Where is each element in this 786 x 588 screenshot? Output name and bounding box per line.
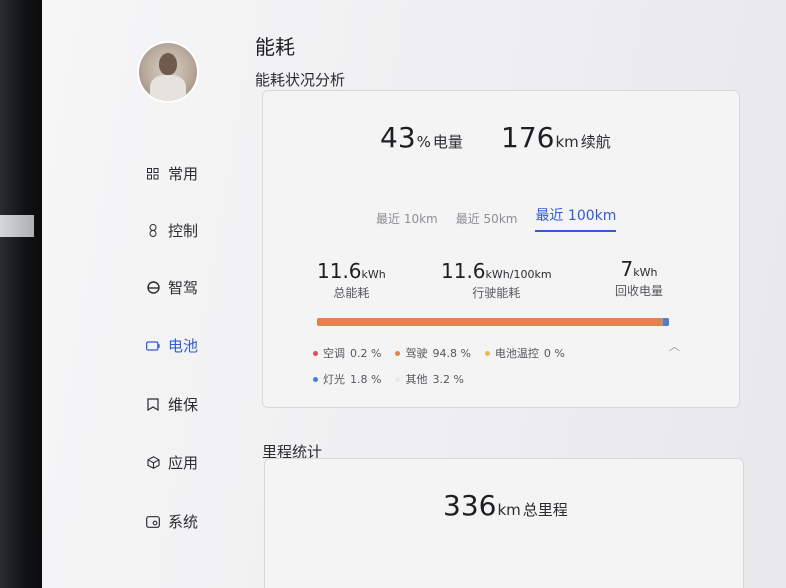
sidebar-item-label: 智驾: [168, 279, 199, 297]
mileage-card: 336km 总里程: [264, 458, 744, 588]
range-unit: km: [555, 133, 579, 151]
steering-wheel-icon: [146, 281, 160, 295]
range-label: 续航: [580, 133, 611, 151]
stat-caption: 行驶能耗: [472, 286, 521, 300]
legend-item-battery-thermal: 电池温控 0 %: [484, 345, 565, 361]
stat-value: 11.6: [441, 259, 486, 283]
sidebar-item-apps[interactable]: 应用: [146, 452, 198, 473]
stat-regenerated-energy: 7kWh 回收电量: [615, 257, 663, 299]
section-title-energy-analysis: 能耗状况分析: [255, 71, 346, 89]
stat-value: 11.6: [317, 259, 362, 283]
battery-unit: %: [416, 133, 431, 151]
stat-unit: kWh/100km: [485, 268, 552, 281]
stat-unit: kWh: [361, 268, 386, 281]
sidebar-item-maintenance[interactable]: 维保: [146, 394, 198, 415]
tab-100km[interactable]: 最近 100km: [535, 205, 617, 232]
range-value: 176: [501, 121, 555, 154]
legend-item-ac: 空调 0.2 %: [313, 345, 381, 361]
battery-icon: [146, 339, 160, 353]
stat-unit: kWh: [633, 266, 658, 279]
battery-level: 43% 电量: [380, 121, 463, 154]
sidebar-item-label: 控制: [168, 222, 199, 240]
sidebar-item-common[interactable]: 常用: [146, 163, 198, 184]
sidebar-item-label: 维保: [168, 396, 199, 414]
grid-icon: [146, 167, 160, 181]
mileage-value: 336: [443, 489, 497, 522]
screen-bezel: [0, 0, 42, 588]
stat-caption: 总能耗: [333, 286, 370, 300]
stat-caption: 回收电量: [615, 284, 664, 298]
apps-icon: [146, 456, 160, 470]
legend-item-lights: 灯光 1.8 %: [313, 371, 381, 387]
stat-total-energy: 11.6kWh 总能耗: [317, 259, 386, 301]
dot-icon: [313, 350, 318, 356]
energy-analysis-card: 43% 电量 176km 续航 最近 10km 最近 50km 最近 100km 1…: [262, 90, 740, 408]
tab-50km[interactable]: 最近 50km: [456, 210, 518, 232]
control-icon: [146, 224, 160, 238]
mileage-unit: km: [497, 501, 521, 519]
bar-segment-lights: [663, 318, 669, 326]
stat-value: 7: [620, 257, 634, 281]
battery-value: 43: [380, 121, 416, 154]
legend-item-driving: 驾驶 94.8 %: [395, 345, 471, 361]
sidebar-item-label: 常用: [168, 165, 199, 183]
battery-label: 电量: [432, 133, 463, 151]
sidebar-item-label: 应用: [168, 454, 199, 472]
dot-icon: [313, 376, 318, 382]
chevron-up-icon[interactable]: ︿: [669, 338, 680, 354]
sidebar-item-control[interactable]: 控制: [146, 220, 198, 241]
stat-driving-energy: 11.6kWh/100km 行驶能耗: [441, 259, 552, 301]
legend-row-2: 灯光 1.8 % 其他 3.2 %: [313, 371, 464, 387]
tab-10km[interactable]: 最近 10km: [376, 210, 438, 232]
dot-icon: [395, 350, 401, 356]
range: 176km 续航: [501, 121, 611, 154]
distance-tabs: 最近 10km 最近 50km 最近 100km: [376, 205, 617, 232]
screen: 常用 控制 智驾 电池 维保 应用 系统 能耗 能耗状况分析 43% 电量 17…: [42, 0, 786, 588]
dot-icon: [395, 376, 401, 382]
maintenance-icon: [146, 398, 160, 412]
legend-item-other: 其他 3.2 %: [395, 371, 464, 387]
sidebar-item-battery[interactable]: 电池: [146, 335, 198, 356]
dot-icon: [484, 350, 490, 356]
sidebar-item-label: 系统: [168, 513, 199, 531]
legend-row-1: 空调 0.2 % 驾驶 94.8 % 电池温控 0 %: [313, 345, 565, 361]
background-light: [0, 215, 34, 237]
page-title: 能耗: [255, 35, 295, 59]
sidebar-item-assisted-driving[interactable]: 智驾: [146, 277, 198, 298]
total-mileage: 336km 总里程: [443, 489, 568, 522]
mileage-label: 总里程: [522, 501, 568, 519]
avatar[interactable]: [139, 43, 197, 101]
system-icon: [146, 515, 160, 529]
energy-breakdown-bar: [317, 318, 669, 326]
sidebar-item-label: 电池: [168, 337, 199, 355]
sidebar: 常用 控制 智驾 电池 维保 应用 系统: [42, 0, 232, 588]
sidebar-item-system[interactable]: 系统: [146, 511, 198, 532]
